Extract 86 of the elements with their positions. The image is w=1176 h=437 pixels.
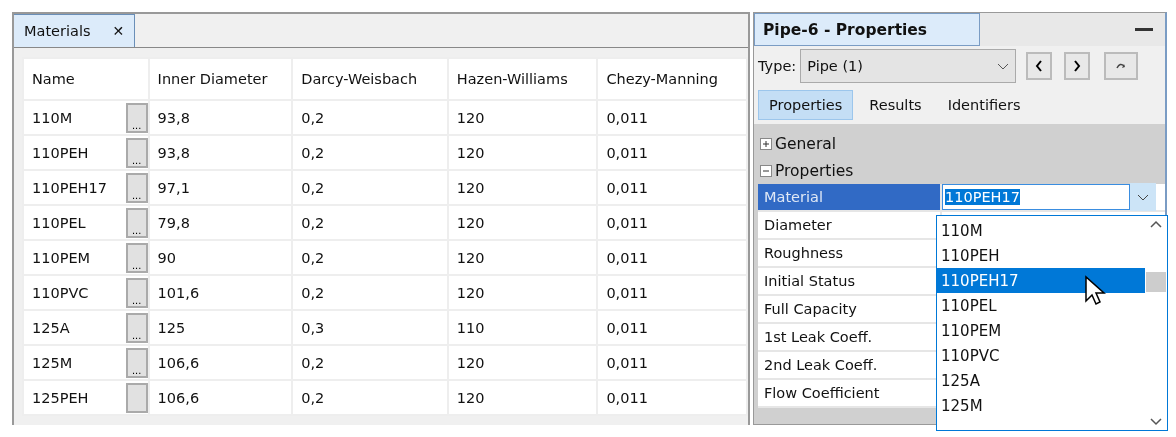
column-header[interactable]: Chezy-Manning [597,58,747,100]
ellipsis-button[interactable]: ... [125,242,148,273]
table-cell: 0,2 [292,205,448,240]
table-cell: 120 [447,240,598,275]
table-cell: 93,8 [148,100,293,135]
next-button[interactable] [1064,52,1091,80]
material-field[interactable]: 110PEH17 [942,184,1130,210]
table-cell: 0,2 [292,240,448,275]
table-cell: 90 [148,240,293,275]
scroll-up-icon[interactable] [1150,220,1162,228]
table-cell: 120 [447,205,598,240]
table-cell: 120 [447,135,598,170]
ellipsis-button[interactable]: ... [125,102,148,133]
table-cell: 110PVC [32,284,89,301]
curved-arrow-icon [1115,61,1128,71]
dropdown-item[interactable]: 110PEH17 [937,268,1145,293]
ellipsis-button[interactable]: ... [125,172,148,203]
table-cell: 110PEM [32,249,91,266]
section-header: General [775,134,837,153]
tab-label: Materials [24,23,91,39]
column-header[interactable]: Hazen-Williams [447,58,598,100]
ellipsis-button[interactable]: ... [125,137,148,168]
scrollbar-thumb[interactable] [1146,272,1166,292]
ellipsis-button[interactable]: ... [125,277,148,308]
table-cell: 120 [447,275,598,310]
table-cell: 0,2 [292,275,448,310]
table-cell: 120 [447,170,598,205]
type-label: Type: [758,58,797,74]
table-cell: 0,011 [597,380,747,415]
tab[interactable]: Properties [758,90,854,120]
previous-button[interactable] [1026,52,1053,80]
table-cell: 0,2 [292,135,448,170]
minimize-icon[interactable] [1135,27,1153,32]
tab[interactable]: Identifiers [937,91,1031,119]
table-cell: 120 [447,345,598,380]
close-icon[interactable]: ✕ [112,23,125,39]
table-cell: 0,011 [597,275,747,310]
table-cell: 110PEH [32,144,89,161]
table-cell: 101,6 [148,275,293,310]
panel-title: Pipe-6 - Properties [754,13,980,46]
table-cell: 110 [447,310,598,345]
table-cell: 110PEH17 [32,179,107,196]
expand-icon[interactable] [760,137,772,150]
scroll-down-icon[interactable] [1150,418,1162,426]
column-header[interactable]: Inner Diameter [148,58,293,100]
table-cell: 0,011 [597,170,747,205]
table-cell: 0,2 [292,345,448,380]
column-header[interactable]: Darcy-Weisbach [292,58,448,100]
table-cell: 120 [447,380,598,415]
chevron-left-icon [1035,60,1044,72]
table-cell: 0,011 [597,345,747,380]
ellipsis-button[interactable]: ... [125,207,148,238]
tab[interactable]: Results [859,91,932,119]
table-cell: 97,1 [148,170,293,205]
chevron-right-icon [1073,60,1082,72]
table-cell: 110M [32,109,73,126]
column-header[interactable]: Name [23,58,149,100]
table-cell: 0,011 [597,240,747,275]
ellipsis-button[interactable]: ... [125,312,148,343]
table-cell: 93,8 [148,135,293,170]
table-cell: 0,011 [597,135,747,170]
table-cell: 125A [32,319,70,336]
section-header: Properties [775,161,854,180]
table-cell: 125PEH [32,389,89,406]
mouse-pointer-icon [1084,275,1106,307]
table-cell: 0,2 [292,170,448,205]
table-cell: 79,8 [148,205,293,240]
table-cell: 125 [148,310,293,345]
chevron-down-icon [1137,193,1149,201]
property-name[interactable]: Material [758,184,942,210]
table-cell: 106,6 [148,380,293,415]
table-cell: 0,011 [597,310,747,345]
table-cell: 120 [447,100,598,135]
table-cell: 0,011 [597,205,747,240]
table-cell: 0,2 [292,380,448,415]
chevron-down-icon [997,62,1010,70]
collapse-icon[interactable] [760,164,772,177]
table-cell: 0,011 [597,100,747,135]
table-cell: 125M [32,354,73,371]
type-dropdown[interactable]: Pipe (1) [800,49,1017,83]
table-cell: 110PEL [32,214,86,231]
ellipsis-button[interactable]: ... [125,347,148,378]
table-cell: 106,6 [148,345,293,380]
table-cell: 0,3 [292,310,448,345]
table-cell: 0,2 [292,100,448,135]
materials-tab[interactable]: Materials ✕ [14,14,136,47]
